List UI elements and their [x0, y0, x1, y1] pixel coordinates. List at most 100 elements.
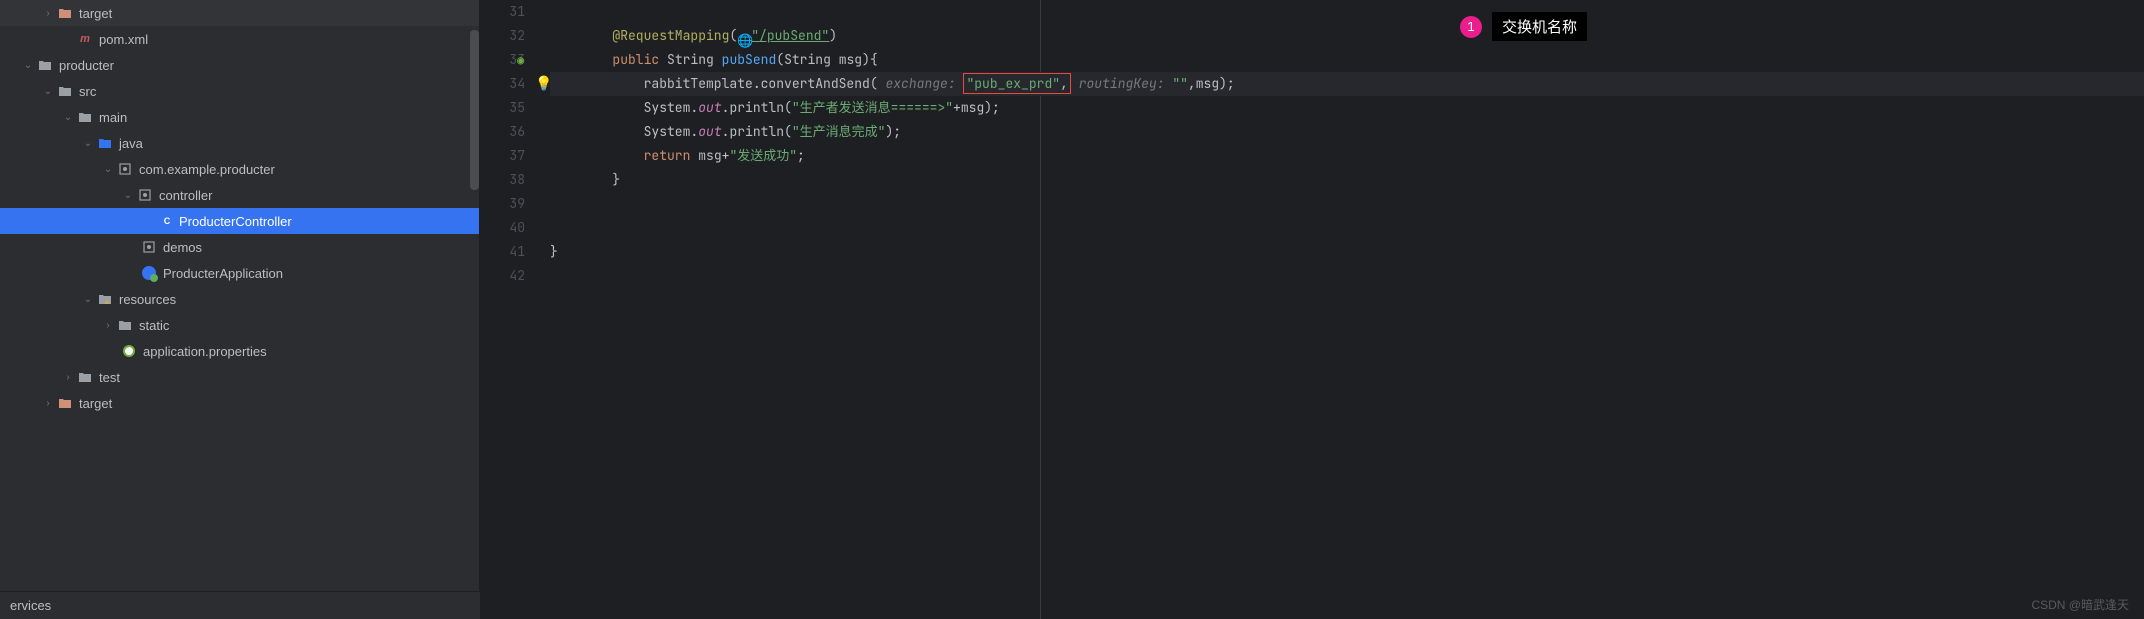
code-text: ,msg); [1188, 75, 1235, 92]
method-call: .println( [722, 123, 792, 140]
code-text: +msg); [953, 99, 1000, 116]
services-label: ervices [10, 598, 51, 613]
line-number: 31 [480, 0, 550, 24]
package-icon [140, 238, 158, 256]
tree-item-label: src [79, 84, 96, 99]
tree-item-label: java [119, 136, 143, 151]
properties-icon [120, 342, 138, 360]
folder-icon [76, 368, 94, 386]
tree-item-label: com.example.producter [139, 162, 275, 177]
tree-item-static[interactable]: › static [0, 312, 479, 338]
package-icon [116, 160, 134, 178]
field: out [698, 123, 721, 140]
line-number: 41 [480, 240, 550, 264]
tree-item-pom[interactable]: m pom.xml [0, 26, 479, 52]
line-number: 39 [480, 192, 550, 216]
line-number: ◉33 [480, 48, 550, 72]
line-number: 40 [480, 216, 550, 240]
method-name: pubSend [722, 51, 777, 68]
folder-icon [56, 4, 74, 22]
class-icon: C [160, 214, 174, 228]
chevron-right-icon[interactable]: › [60, 372, 76, 383]
tree-item-application[interactable]: ProducterApplication [0, 260, 479, 286]
line-number: 36 [480, 120, 550, 144]
tree-item-label: ProducterController [179, 214, 292, 229]
param-hint: exchange: [885, 75, 955, 92]
line-number: 32 [480, 24, 550, 48]
type: String [667, 51, 714, 68]
maven-icon: m [76, 30, 94, 48]
tree-item-label: pom.xml [99, 32, 148, 47]
type: String [784, 51, 831, 68]
chevron-right-icon[interactable]: › [100, 320, 116, 331]
keyword: return [644, 147, 691, 164]
line-number: 38 [480, 168, 550, 192]
string-literal: "pub_ex_prd" [966, 75, 1060, 92]
services-toolbar[interactable]: ervices [0, 591, 480, 619]
tree-item-label: target [79, 6, 112, 21]
tree-item-productercontroller[interactable]: C ProducterController [0, 208, 479, 234]
tree-item-label: static [139, 318, 169, 333]
field: out [698, 99, 721, 116]
chevron-down-icon[interactable]: ⌄ [80, 138, 96, 149]
folder-icon [56, 82, 74, 100]
folder-icon [56, 394, 74, 412]
code-content[interactable]: @RequestMapping(🌐"/pubSend") public Stri… [550, 0, 2144, 619]
code-text: ); [885, 123, 901, 140]
string-literal: "发送成功" [729, 147, 797, 164]
keyword: public [612, 51, 659, 68]
tree-item-target2[interactable]: › target [0, 390, 479, 416]
chevron-down-icon[interactable]: ⌄ [120, 190, 136, 201]
tree-item-main[interactable]: ⌄ main [0, 104, 479, 130]
spring-gutter-icon[interactable]: ◉ [517, 48, 524, 72]
folder-icon [116, 316, 134, 334]
chevron-down-icon[interactable]: ⌄ [20, 60, 36, 71]
param-hint: routingKey: [1079, 75, 1165, 92]
package-icon [136, 186, 154, 204]
tree-item-label: ProducterApplication [163, 266, 283, 281]
tree-item-label: demos [163, 240, 202, 255]
project-tree-sidebar: › target m pom.xml ⌄ producter ⌄ src ⌄ [0, 0, 480, 619]
line-number: 37 [480, 144, 550, 168]
chevron-down-icon[interactable]: ⌄ [100, 164, 116, 175]
highlighted-arg: "pub_ex_prd", [963, 73, 1070, 94]
line-number: 35 [480, 96, 550, 120]
chevron-right-icon[interactable]: › [40, 8, 56, 19]
resources-folder-icon [96, 290, 114, 308]
line-number: 💡34 [480, 72, 550, 96]
tree-item-test[interactable]: › test [0, 364, 479, 390]
code-text: ; [797, 147, 805, 164]
blue-folder-icon [96, 134, 114, 152]
chevron-down-icon[interactable]: ⌄ [40, 86, 56, 97]
callout-text: 交换机名称 [1492, 12, 1587, 41]
folder-icon [36, 56, 54, 74]
code-editor[interactable]: 31 32 ◉33 💡34 35 36 37 38 39 40 41 42 @R… [480, 0, 2144, 619]
tree-item-properties[interactable]: application.properties [0, 338, 479, 364]
annotation: @RequestMapping [612, 27, 729, 44]
tree-item-java[interactable]: ⌄ java [0, 130, 479, 156]
tree-item-src[interactable]: ⌄ src [0, 78, 479, 104]
method-call: .println( [722, 99, 792, 116]
tree-item-package[interactable]: ⌄ com.example.producter [0, 156, 479, 182]
chevron-down-icon[interactable]: ⌄ [80, 294, 96, 305]
tree-item-demos[interactable]: demos [0, 234, 479, 260]
globe-icon: 🌐 [737, 29, 751, 43]
project-tree[interactable]: › target m pom.xml ⌄ producter ⌄ src ⌄ [0, 0, 479, 416]
tree-item-label: test [99, 370, 120, 385]
tree-item-target[interactable]: › target [0, 0, 479, 26]
chevron-down-icon[interactable]: ⌄ [60, 112, 76, 123]
tree-item-label: application.properties [143, 344, 267, 359]
tree-item-label: resources [119, 292, 176, 307]
class-ref: System [644, 123, 691, 140]
gutter: 31 32 ◉33 💡34 35 36 37 38 39 40 41 42 [480, 0, 550, 619]
tree-item-resources[interactable]: ⌄ resources [0, 286, 479, 312]
chevron-right-icon[interactable]: › [40, 398, 56, 409]
tree-item-controller-pkg[interactable]: ⌄ controller [0, 182, 479, 208]
identifier: rabbitTemplate [644, 75, 753, 92]
tree-item-producter[interactable]: ⌄ producter [0, 52, 479, 78]
annotation-callout: 1 交换机名称 [1460, 12, 1587, 41]
string-literal: "/pubSend" [751, 27, 829, 44]
method-call: .convertAndSend( [753, 75, 878, 92]
sidebar-scrollbar[interactable] [470, 30, 479, 190]
tree-item-label: producter [59, 58, 114, 73]
